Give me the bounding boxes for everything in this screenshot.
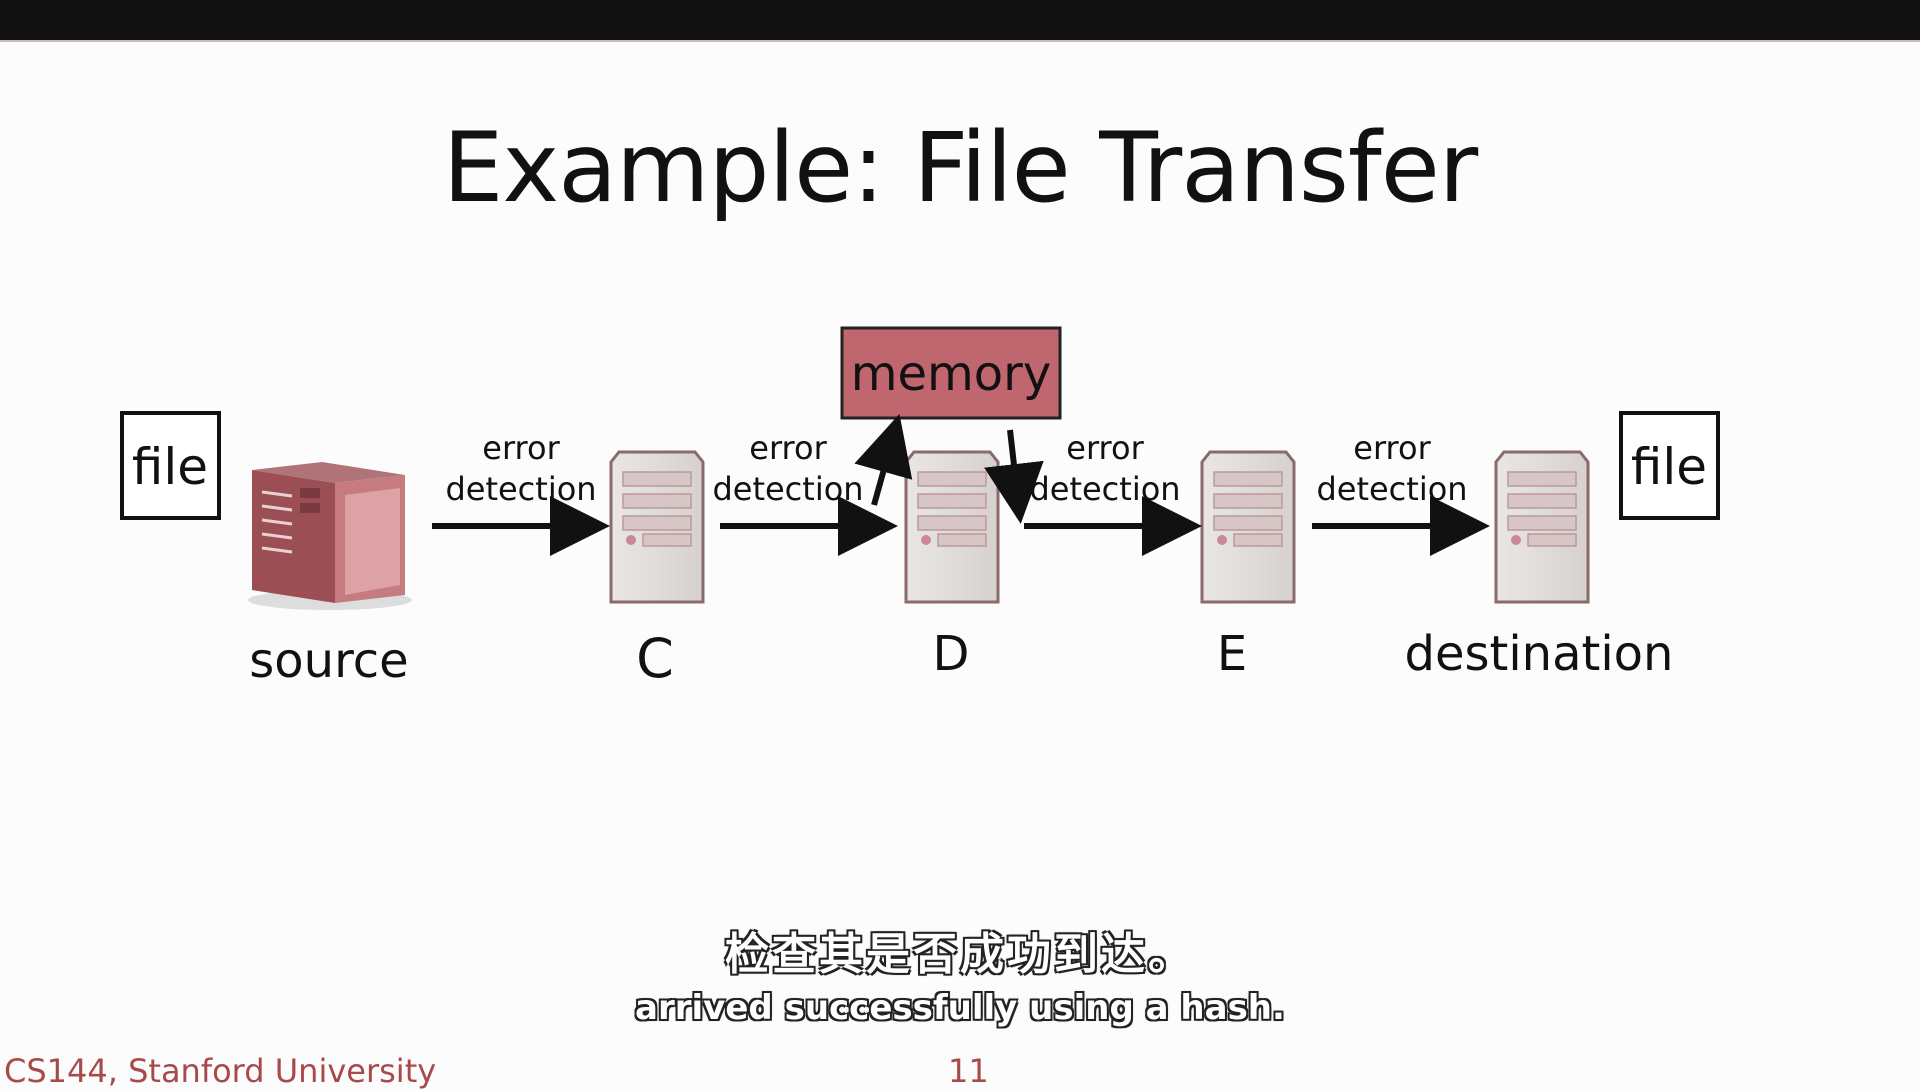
subtitle-chinese: 检查其是否成功到达。 [725, 929, 1195, 980]
svg-text:error: error [1066, 429, 1144, 467]
node-label-c: C [636, 627, 674, 690]
server-destination-icon [1494, 450, 1590, 604]
link-label-4: error detection [1316, 429, 1467, 508]
svg-text:detection: detection [445, 470, 596, 508]
memory-box: memory [840, 326, 1062, 420]
link-label-3: error detection [1029, 429, 1180, 508]
svg-text:error: error [482, 429, 560, 467]
svg-text:error: error [1353, 429, 1431, 467]
node-label-d: D [933, 626, 970, 682]
svg-text:detection: detection [712, 470, 863, 508]
node-label-source: source [249, 633, 408, 689]
memory-label: memory [851, 346, 1052, 402]
server-d-icon [904, 450, 1000, 604]
file-box-right: file [1619, 411, 1720, 520]
source-server-icon [248, 462, 412, 610]
file-box-left: file [120, 411, 221, 520]
svg-text:detection: detection [1316, 470, 1467, 508]
node-label-e: E [1217, 626, 1247, 682]
subtitle-english: arrived successfully using a hash. [635, 988, 1285, 1028]
link-label-1: error detection [445, 429, 596, 508]
slide-footer: CS144, Stanford University [4, 1052, 437, 1090]
svg-text:detection: detection [1029, 470, 1180, 508]
arrow-to-memory [854, 413, 913, 506]
link-label-2: error detection [712, 429, 863, 508]
page-number: 11 [948, 1052, 989, 1090]
node-label-destination: destination [1405, 626, 1674, 682]
file-label-left: file [132, 438, 208, 496]
server-e-icon [1200, 450, 1296, 604]
server-c-icon [609, 450, 705, 604]
file-label-right: file [1631, 438, 1707, 496]
arrow-from-memory [984, 429, 1044, 524]
svg-text:error: error [749, 429, 827, 467]
